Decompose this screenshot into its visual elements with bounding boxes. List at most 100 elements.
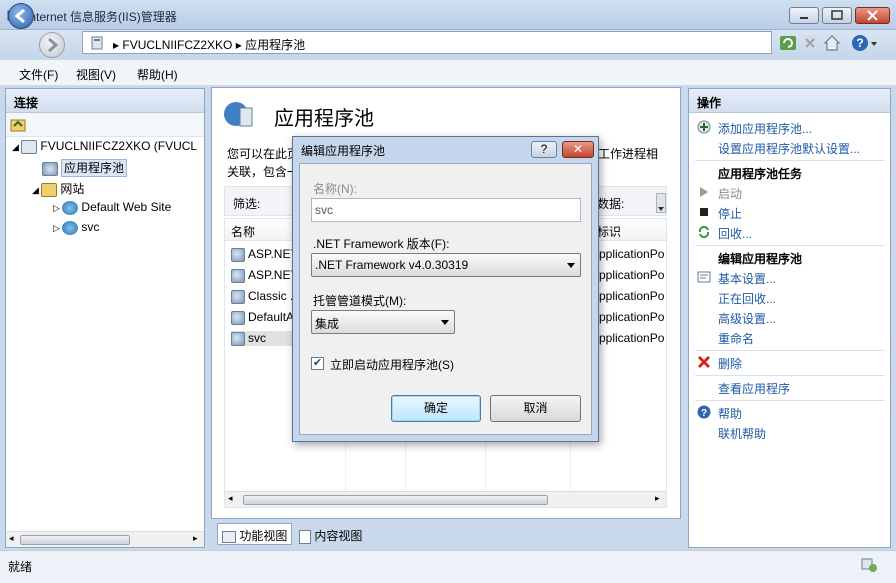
action-recycling[interactable]: 正在回收...	[718, 290, 776, 307]
connections-scrollbar[interactable]: ◂ ▸	[6, 531, 204, 547]
action-set-defaults[interactable]: 设置应用程序池默认设置...	[718, 140, 860, 157]
divider	[695, 400, 885, 401]
actions-panel: 操作 添加应用程序池... 设置应用程序池默认设置... 应用程序池任务 启动 …	[688, 88, 891, 548]
stop-icon	[700, 208, 708, 216]
scroll-right-icon[interactable]: ▸	[655, 493, 660, 504]
refresh-icon[interactable]	[779, 34, 797, 52]
ok-button[interactable]: 确定	[391, 395, 481, 422]
stop-icon[interactable]	[801, 34, 819, 52]
autostart-label[interactable]: 立即启动应用程序池(S)	[330, 356, 454, 373]
menu-bar: 文件(F) 视图(V) 帮助(H)	[0, 60, 896, 86]
framework-select[interactable]: .NET Framework v4.0.30319	[311, 253, 581, 277]
address-bar[interactable]: ▸ FVUCLNIIFCZ2XKO ▸ 应用程序池	[82, 31, 772, 54]
page-description-line2: 关联，包含一	[227, 165, 300, 179]
menu-file[interactable]: 文件(F)	[19, 66, 58, 83]
tree-site-svc[interactable]: ▷ svc	[53, 220, 99, 235]
divider	[695, 350, 885, 351]
scroll-left-icon[interactable]: ◂	[228, 493, 233, 504]
help-icon[interactable]: ?	[851, 34, 869, 52]
tree-server[interactable]: ◢ FVUCLNIIFCZ2XKO (FVUCL	[12, 139, 197, 154]
connections-panel: 连接 ◢ FVUCLNIIFCZ2XKO (FVUCL 应用程序池 ◢ 网站 ▷…	[5, 88, 205, 548]
chevron-down-icon	[658, 207, 664, 211]
action-stop[interactable]: 停止	[718, 205, 742, 222]
scroll-right-icon[interactable]: ▸	[193, 533, 198, 544]
list-item-identity: pplicationPo	[599, 331, 665, 345]
chevron-down-icon[interactable]	[870, 40, 878, 48]
tab-features-view[interactable]: 功能视图	[217, 523, 293, 545]
list-item-name: ASP.NET	[248, 268, 298, 282]
recycle-icon	[698, 225, 710, 239]
list-item[interactable]: ASP.NET	[231, 247, 298, 262]
autostart-checkbox[interactable]: ✔	[311, 357, 324, 370]
filter-dropdown[interactable]	[656, 193, 666, 213]
close-button[interactable]	[855, 7, 890, 24]
minimize-button[interactable]	[789, 7, 819, 24]
list-item-identity: pplicationPo	[599, 247, 665, 261]
scroll-left-icon[interactable]: ◂	[9, 533, 14, 544]
action-advanced-settings[interactable]: 高级设置...	[718, 310, 776, 327]
close-icon	[867, 10, 878, 21]
data-label: 数据:	[597, 197, 625, 211]
forward-arrow-icon	[48, 37, 59, 53]
dialog-help-button[interactable]: ?	[531, 141, 557, 158]
delete-icon	[697, 355, 711, 369]
action-add-app-pool[interactable]: 添加应用程序池...	[718, 120, 812, 137]
pipeline-select[interactable]: 集成	[311, 310, 455, 334]
collapse-icon[interactable]: ◢	[12, 142, 21, 152]
tree-site-default-label: Default Web Site	[81, 200, 172, 214]
section-edit-app-pool: 编辑应用程序池	[718, 252, 803, 266]
network-icon	[861, 558, 877, 572]
action-help[interactable]: 帮助	[718, 405, 742, 422]
window-title: Internet 信息服务(IIS)管理器	[26, 10, 177, 24]
list-scrollbar[interactable]: ◂ ▸	[225, 491, 666, 507]
expand-icon[interactable]: ▷	[53, 223, 62, 233]
forward-button[interactable]	[39, 32, 65, 58]
list-item[interactable]: ASP.NET	[231, 268, 298, 283]
status-bar: 就绪	[0, 550, 896, 583]
app-pool-large-icon	[224, 102, 253, 127]
action-view-applications[interactable]: 查看应用程序	[718, 380, 790, 397]
action-recycle[interactable]: 回收...	[718, 225, 752, 242]
list-item-name: svc	[248, 331, 266, 345]
menu-view[interactable]: 视图(V)	[76, 66, 116, 83]
tree-app-pools-label: 应用程序池	[61, 159, 128, 177]
app-pool-icon	[231, 289, 245, 304]
page-title: 应用程序池	[274, 108, 374, 130]
tab-content-view[interactable]: 内容视图	[294, 523, 367, 545]
list-item-identity: pplicationPo	[599, 310, 665, 324]
action-rename[interactable]: 重命名	[718, 330, 754, 347]
tree-site-default[interactable]: ▷ Default Web Site	[53, 200, 171, 215]
settings-icon	[697, 271, 711, 283]
edit-app-pool-dialog: 编辑应用程序池 ? ✕ 名称(N): svc .NET Framework 版本…	[292, 136, 599, 442]
menu-help[interactable]: 帮助(H)	[137, 66, 178, 83]
tree-sites[interactable]: ◢ 网站	[32, 180, 84, 197]
collapse-icon[interactable]: ◢	[32, 185, 41, 195]
tree-app-pools[interactable]: 应用程序池	[42, 159, 128, 177]
name-field[interactable]: svc	[311, 198, 581, 222]
page-description: 您可以在此页	[227, 147, 300, 161]
action-basic-settings[interactable]: 基本设置...	[718, 270, 776, 287]
home-icon[interactable]	[823, 34, 841, 52]
scrollbar-thumb[interactable]	[20, 535, 130, 545]
status-text: 就绪	[8, 560, 33, 574]
breadcrumb-server[interactable]: FVUCLNIIFCZ2XKO	[122, 38, 232, 52]
connections-toolbar	[6, 113, 204, 137]
maximize-button[interactable]	[822, 7, 852, 24]
col-header-name[interactable]: 名称	[231, 223, 255, 240]
list-item[interactable]: DefaultA	[231, 310, 294, 325]
list-item-name: Classic .	[248, 289, 294, 303]
list-item-identity: pplicationPo	[599, 268, 665, 282]
connect-icon[interactable]	[10, 117, 26, 133]
dialog-close-button[interactable]: ✕	[562, 141, 594, 158]
back-button[interactable]	[8, 3, 34, 29]
list-item[interactable]: Classic .	[231, 289, 293, 304]
scrollbar-thumb[interactable]	[243, 495, 548, 505]
expand-icon[interactable]: ▷	[53, 203, 62, 213]
action-online-help[interactable]: 联机帮助	[718, 425, 766, 442]
globe-icon	[62, 200, 79, 215]
action-delete[interactable]: 删除	[718, 355, 742, 372]
breadcrumb-app-pools[interactable]: 应用程序池	[245, 38, 305, 52]
col-header-identity[interactable]: 标识	[597, 223, 621, 240]
add-icon	[697, 120, 711, 134]
cancel-button[interactable]: 取消	[490, 395, 581, 422]
